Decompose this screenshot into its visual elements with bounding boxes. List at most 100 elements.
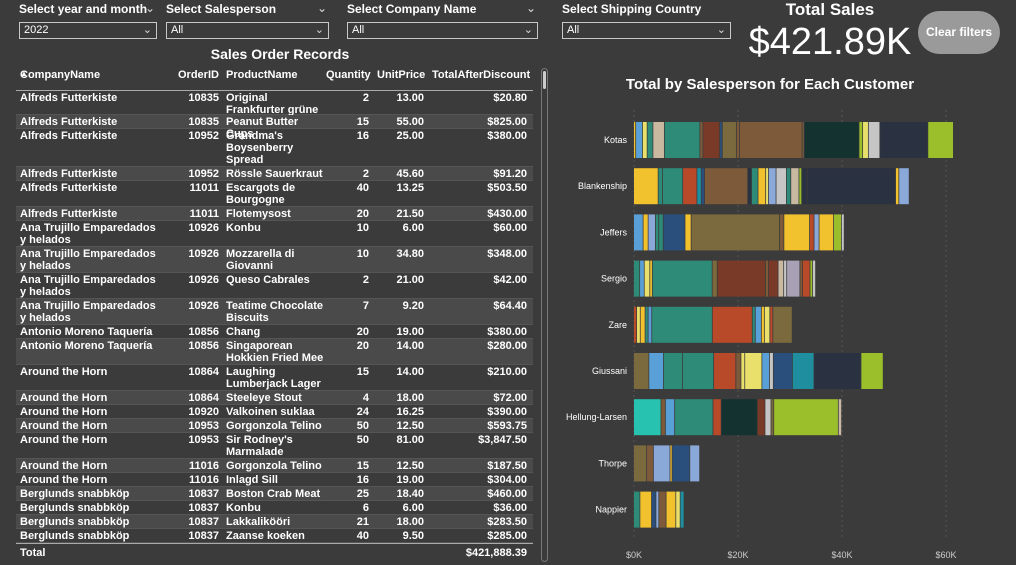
bar-segment[interactable]	[703, 122, 720, 158]
table-row[interactable]: Ana Trujillo Emparedados y helados 10926 T…	[16, 299, 533, 325]
bar-segment[interactable]	[736, 353, 741, 389]
bar-segment[interactable]	[670, 445, 672, 482]
bar-segment[interactable]	[712, 260, 717, 297]
slicer-dropdown[interactable]: All ⌄	[166, 22, 329, 39]
bar-segment[interactable]	[741, 353, 745, 389]
bar-segment[interactable]	[880, 122, 928, 158]
bar-segment[interactable]	[833, 214, 842, 251]
bar-segment[interactable]	[640, 491, 652, 528]
bar-segment[interactable]	[712, 306, 752, 343]
bar-segment[interactable]	[766, 168, 768, 205]
bar-segment[interactable]	[634, 306, 637, 343]
bar-segment[interactable]	[680, 491, 684, 528]
chevron-down-icon[interactable]: ⌄	[145, 0, 155, 16]
bar-segment[interactable]	[651, 491, 656, 528]
bar-segment[interactable]	[758, 168, 766, 205]
bar-segment[interactable]	[784, 260, 787, 297]
bar-segment[interactable]	[779, 214, 784, 251]
slicer-dropdown[interactable]: All ⌄	[562, 22, 731, 39]
table-row[interactable]: Around the Horn 11016 Gorgonzola Telino 15 1…	[16, 459, 533, 473]
table-row[interactable]: Ana Trujillo Emparedados y helados 10926 Q…	[16, 273, 533, 299]
bar-segment[interactable]	[748, 168, 752, 205]
table-row[interactable]: Around the Horn 10953 Gorgonzola Telino 50 1…	[16, 419, 533, 433]
clear-filters-button[interactable]: Clear filters	[918, 11, 1000, 54]
bar-segment[interactable]	[634, 122, 636, 158]
bar-segment[interactable]	[644, 260, 650, 297]
bar-segment[interactable]	[802, 168, 807, 205]
bar-segment[interactable]	[656, 491, 659, 528]
bar-segment[interactable]	[634, 353, 649, 389]
table-row[interactable]: Alfreds Futterkiste 11011 Flotemysost 20 21.…	[16, 207, 533, 221]
bar-segment[interactable]	[685, 214, 691, 251]
bar-segment[interactable]	[676, 491, 680, 528]
bar-segment[interactable]	[863, 122, 868, 158]
bar-segment[interactable]	[787, 260, 800, 297]
table-row[interactable]: Alfreds Futterkiste 10952 Grandma's Boysen…	[16, 129, 533, 167]
bar-segment[interactable]	[751, 168, 758, 205]
table-row[interactable]: Around the Horn 10920 Valkoinen suklaa 24 16…	[16, 405, 533, 419]
table-row[interactable]: Around the Horn 11016 Inlagd Sill 16 19.00 $3…	[16, 473, 533, 487]
bar-segment[interactable]	[778, 260, 784, 297]
bar-segment[interactable]	[773, 353, 792, 389]
chevron-down-icon[interactable]: ⌄	[317, 0, 327, 16]
bar-segment[interactable]	[776, 168, 787, 205]
bar-segment[interactable]	[664, 122, 700, 158]
bar-segment[interactable]	[762, 353, 770, 389]
table-row[interactable]: Around the Horn 10864 Steeleye Stout 4 18.00…	[16, 391, 533, 405]
column-header-total[interactable]: TotalAfterDiscount	[432, 69, 530, 81]
bar-segment[interactable]	[771, 399, 774, 436]
bar-segment[interactable]	[774, 399, 838, 436]
bar-segment[interactable]	[640, 306, 645, 343]
table-row[interactable]: Ana Trujillo Emparedados y helados 10926 M…	[16, 247, 533, 273]
bar-segment[interactable]	[765, 399, 771, 436]
bar-segment[interactable]	[895, 168, 899, 205]
bar-segment[interactable]	[652, 306, 712, 343]
table-row[interactable]: Alfreds Futterkiste 11011 Escargots de Bou…	[16, 181, 533, 207]
slicer-dropdown[interactable]: 2022 ⌄	[19, 22, 157, 39]
table-row[interactable]: Alfreds Futterkiste 10952 Rössle Sauerkrau…	[16, 167, 533, 181]
column-header-unitprice[interactable]: UnitPrice	[377, 69, 425, 81]
bar-segment[interactable]	[634, 168, 658, 205]
bar-segment[interactable]	[814, 214, 819, 251]
bar-segment[interactable]	[802, 260, 810, 297]
bar-segment[interactable]	[634, 445, 647, 482]
bar-segment[interactable]	[634, 491, 640, 528]
bar-segment[interactable]	[659, 214, 663, 251]
bar-segment[interactable]	[655, 214, 659, 251]
bar-segment[interactable]	[666, 491, 676, 528]
table-row[interactable]: Around the Horn 10953 Sir Rodney's Marmala…	[16, 433, 533, 459]
bar-segment[interactable]	[691, 214, 779, 251]
bar-segment[interactable]	[841, 214, 844, 251]
bar-segment[interactable]	[804, 122, 859, 158]
bar-segment[interactable]	[690, 445, 700, 482]
table-scrollbar[interactable]	[541, 68, 548, 562]
bar-segment[interactable]	[640, 260, 644, 297]
table-row[interactable]: Antonio Moreno Taquería 10856 Chang 20 19.00…	[16, 325, 533, 339]
chevron-down-icon[interactable]: ⌄	[526, 0, 536, 16]
bar-segment[interactable]	[634, 214, 643, 251]
bar-segment[interactable]	[757, 399, 765, 436]
bar-segment[interactable]	[791, 168, 799, 205]
bar-segment[interactable]	[683, 168, 697, 205]
bar-segment[interactable]	[647, 445, 653, 482]
bar-segment[interactable]	[634, 260, 640, 297]
bar-segment[interactable]	[770, 306, 773, 343]
bar-segment[interactable]	[682, 353, 714, 389]
bar-segment[interactable]	[665, 399, 675, 436]
bar-segment[interactable]	[809, 214, 814, 251]
table-row[interactable]: Berglunds snabbköp 10837 Konbu 6 6.00 $36.00	[16, 501, 533, 515]
bar-segment[interactable]	[752, 306, 755, 343]
table-row[interactable]: Berglunds snabbköp 10837 Boston Crab Meat 2…	[16, 487, 533, 501]
bar-segment[interactable]	[653, 445, 670, 482]
bar-segment[interactable]	[838, 399, 842, 436]
bar-segment[interactable]	[928, 122, 953, 158]
bar-segment[interactable]	[717, 260, 766, 297]
bar-segment[interactable]	[792, 353, 814, 389]
bar-segment[interactable]	[653, 122, 664, 158]
column-header-orderid[interactable]: OrderID	[178, 69, 219, 81]
bar-segment[interactable]	[786, 168, 791, 205]
bar-segment[interactable]	[649, 353, 664, 389]
bar-segment[interactable]	[648, 214, 655, 251]
bar-segment[interactable]	[861, 353, 883, 389]
bar-segment[interactable]	[802, 122, 804, 158]
